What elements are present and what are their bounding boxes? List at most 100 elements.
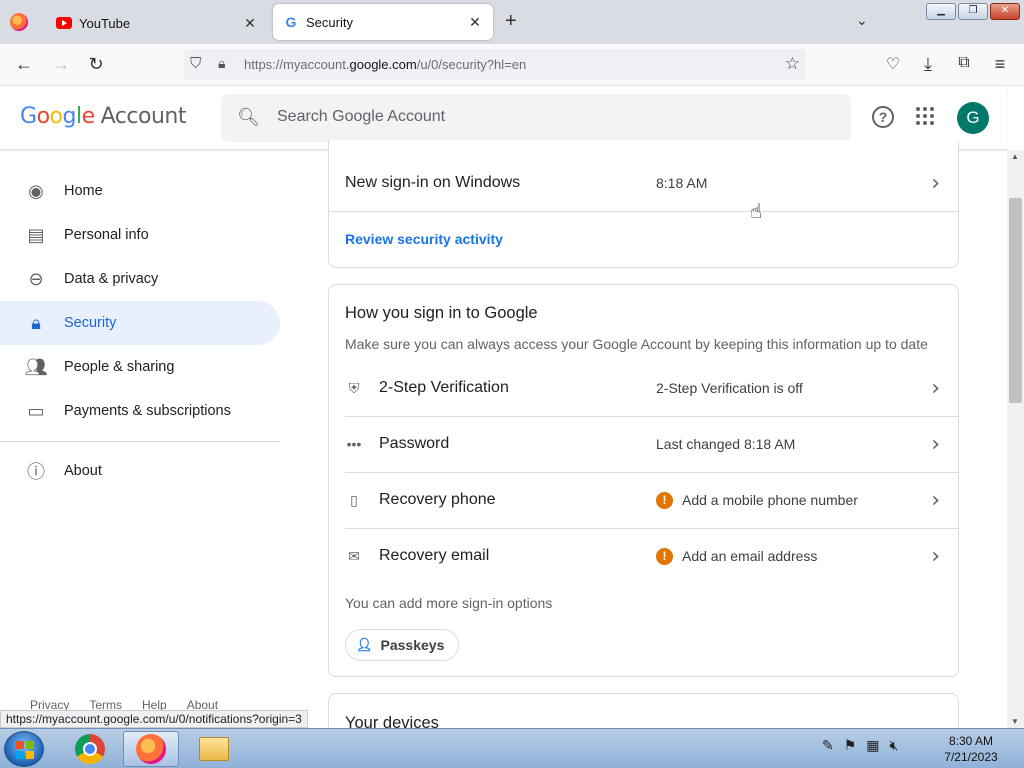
start-button[interactable] (4, 731, 44, 767)
pocket-icon[interactable]: ♡ (882, 54, 904, 74)
taskbar-chrome[interactable] (62, 731, 118, 767)
chevron-right-icon: › (931, 375, 940, 401)
tab-title: Security (306, 14, 353, 30)
signin-row-title: Password (379, 435, 450, 452)
taskbar-firefox[interactable] (123, 731, 179, 767)
search-box[interactable]: 🔍︎ (221, 94, 851, 142)
card-title: How you sign in to Google (345, 304, 538, 322)
extensions-icon[interactable]: ⧉ (953, 54, 975, 72)
google-apps-icon[interactable] (916, 107, 934, 125)
sidebar-divider (0, 441, 280, 442)
sidebar-item-label: About (64, 463, 102, 479)
google-account-logo[interactable]: Google Account (20, 104, 186, 129)
reload-icon[interactable]: ↻ (85, 54, 107, 75)
help-icon[interactable]: ? (872, 106, 894, 128)
google-favicon-icon: G (285, 14, 297, 30)
sidebar-item-label: Payments & subscriptions (64, 403, 231, 419)
forward-arrow-icon[interactable]: → (50, 54, 72, 75)
sidebar-item-personal-info[interactable]: ▤ Personal info (0, 213, 280, 257)
signin-row-title: Recovery phone (379, 491, 496, 508)
tracking-shield-icon[interactable]: ⛉ (190, 55, 201, 72)
activity-time: 8:18 AM (656, 175, 708, 191)
phone-icon: ▯ (350, 491, 358, 508)
firefox-icon (136, 734, 166, 764)
passkeys-chip[interactable]: 👤︎ Passkeys (345, 629, 460, 661)
card-subtitle: Make sure you can always access your Goo… (345, 336, 928, 352)
sidebar-item-label: Data & privacy (64, 271, 159, 287)
hamburger-menu-icon[interactable]: ≡ (989, 54, 1011, 75)
windows-logo-icon (16, 741, 34, 759)
link-status-url: https://myaccount.google.com/u/0/notific… (0, 710, 308, 728)
restore-button[interactable]: ❐ (958, 3, 988, 20)
scroll-down-arrow-icon[interactable]: ▼ (1011, 717, 1019, 726)
signin-row-recovery-phone[interactable]: ▯ Recovery phone ! Add a mobile phone num… (329, 472, 958, 528)
activity-title: New sign-in on Windows (345, 174, 521, 191)
signin-row-value: ! Add a mobile phone number (656, 491, 858, 509)
bookmark-star-icon[interactable]: ☆ (785, 54, 800, 74)
sidebar-item-about[interactable]: ⓘ About (0, 449, 280, 493)
credit-card-icon: ▭ (27, 400, 45, 421)
signin-row-2sv[interactable]: ⛨ 2-Step Verification 2-Step Verificatio… (329, 360, 958, 416)
activity-row[interactable]: New sign-in on Windows 8:18 AM › (329, 155, 958, 211)
sidebar-item-label: Security (64, 315, 117, 331)
sidebar-item-people-sharing[interactable]: 👥︎ People & sharing (0, 345, 280, 389)
network-icon[interactable]: ▦ (866, 737, 879, 754)
scroll-up-arrow-icon[interactable]: ▲ (1011, 152, 1019, 161)
mail-icon: ✉ (348, 547, 360, 564)
sidebar-item-label: Personal info (64, 227, 149, 243)
url-text[interactable]: https://myaccount.google.com/u/0/securit… (244, 57, 526, 72)
chevron-right-icon: › (931, 170, 940, 196)
address-bar[interactable]: ⛉ 🔒︎ https://myaccount.google.com/u/0/se… (184, 49, 806, 80)
action-center-flag-icon[interactable]: ✎ (822, 737, 834, 754)
tab-youtube[interactable]: YouTube ✕ (46, 4, 268, 42)
lock-icon[interactable]: 🔒︎ (218, 55, 225, 72)
list-all-tabs-chevron-icon[interactable]: ⌄ (856, 12, 868, 29)
sidebar-item-security[interactable]: 🔒︎ Security (0, 301, 280, 345)
sidebar-item-home[interactable]: ◉ Home (0, 169, 280, 213)
warning-icon: ! (656, 547, 673, 565)
sidebar-item-data-privacy[interactable]: ⊖ Data & privacy (0, 257, 280, 301)
close-tab-icon[interactable]: ✕ (240, 15, 260, 32)
chevron-right-icon: › (931, 487, 940, 513)
browser-nav-bar: ← → ↻ ⛉ 🔒︎ https://myaccount.google.com/… (0, 44, 1024, 86)
new-tab-plus-icon[interactable]: + (505, 10, 517, 33)
signin-row-recovery-email[interactable]: ✉ Recovery email ! Add an email address › (329, 528, 958, 584)
people-icon: 👥︎ (24, 356, 48, 377)
avatar[interactable]: G (957, 102, 989, 134)
google-wordmark: Google (20, 104, 95, 129)
scroll-thumb[interactable] (1009, 198, 1022, 403)
chevron-right-icon: › (931, 431, 940, 457)
taskbar-explorer[interactable] (186, 731, 242, 767)
sidebar-item-payments[interactable]: ▭ Payments & subscriptions (0, 389, 280, 433)
sidebar-nav: ◉ Home ▤ Personal info ⊖ Data & privacy … (0, 150, 290, 728)
page-scrollbar[interactable]: ▲ ▼ (1007, 150, 1024, 728)
signin-row-password[interactable]: ••• Password Last changed 8:18 AM › (329, 416, 958, 472)
downloads-icon[interactable]: ⤓ (917, 54, 939, 75)
toggle-icon: ⊖ (28, 268, 44, 289)
close-tab-icon[interactable]: ✕ (465, 14, 485, 31)
review-security-activity-link[interactable]: Review security activity (345, 231, 503, 247)
taskbar-clock[interactable]: 8:30 AM 7/21/2023 (936, 733, 1006, 765)
search-icon[interactable]: 🔍︎ (237, 107, 260, 128)
back-arrow-icon[interactable]: ← (13, 54, 35, 75)
youtube-favicon-icon (56, 15, 72, 31)
account-circle-icon: ◉ (28, 180, 44, 201)
signin-row-value: Last changed 8:18 AM (656, 436, 796, 452)
tray-flag-icon[interactable]: ⚑ (844, 737, 857, 754)
system-tray: ✎ ⚑ ▦ 🔇︎ (822, 737, 898, 754)
firefox-menu-icon[interactable] (10, 13, 28, 31)
volume-muted-icon[interactable]: 🔇︎ (890, 737, 899, 754)
person-key-icon: 👤︎ (356, 637, 373, 652)
sidebar-item-label: Home (64, 183, 103, 199)
more-signin-options-text: You can add more sign-in options (345, 595, 553, 611)
tab-title: YouTube (79, 15, 131, 31)
close-window-button[interactable]: ✕ (990, 3, 1020, 20)
minimize-button[interactable]: ▁ (926, 3, 956, 20)
tab-security[interactable]: G Security ✕ (273, 4, 493, 40)
warning-icon: ! (656, 491, 673, 509)
how-you-sign-in-card: How you sign in to Google Make sure you … (328, 284, 959, 677)
windows-taskbar: ✎ ⚑ ▦ 🔇︎ 8:30 AM 7/21/2023 (0, 728, 1024, 768)
info-icon: ⓘ (27, 462, 45, 482)
lock-icon: 🔒︎ (31, 312, 41, 333)
search-input[interactable] (277, 108, 837, 126)
